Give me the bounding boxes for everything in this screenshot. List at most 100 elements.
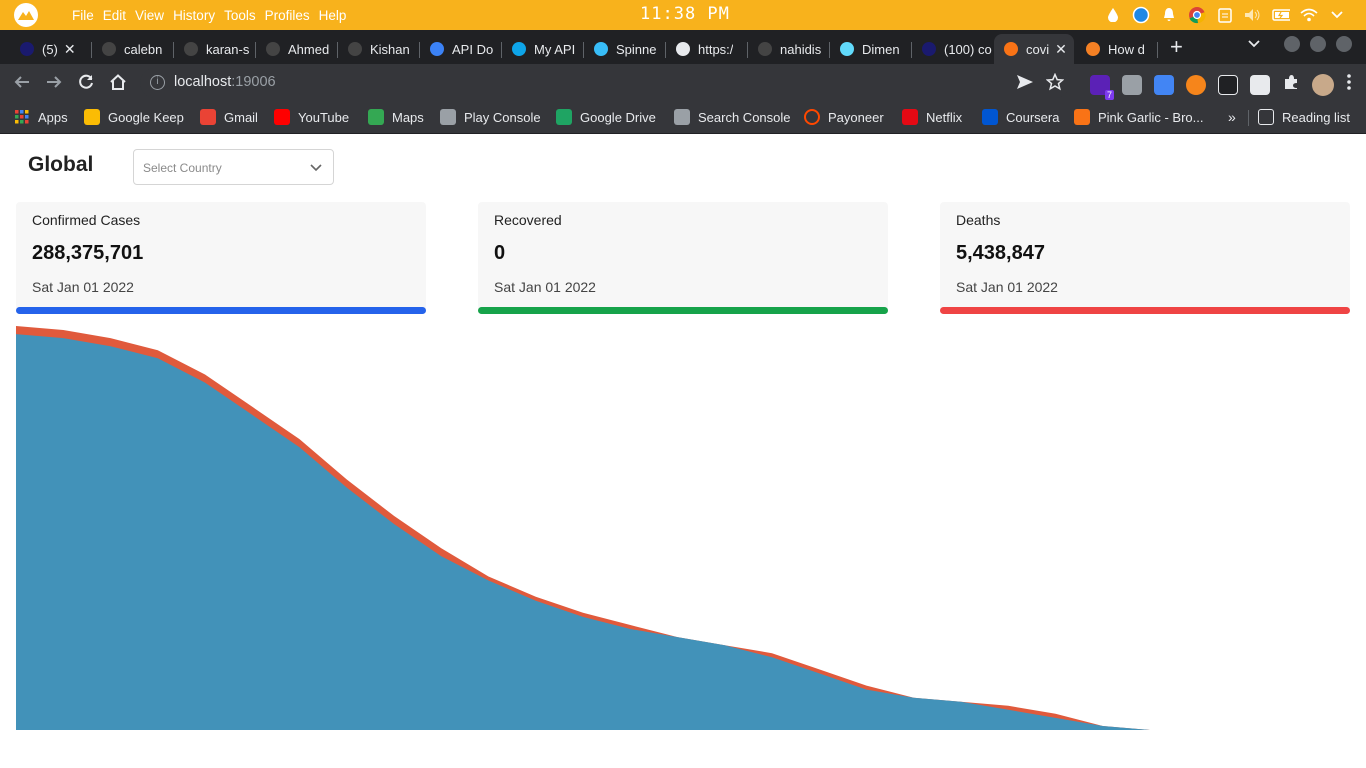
minimize-button[interactable] xyxy=(1284,36,1300,52)
bookmark-item[interactable]: Gmail xyxy=(200,109,258,125)
status-circle-icon[interactable] xyxy=(1132,6,1150,24)
profile-avatar[interactable] xyxy=(1312,73,1334,96)
bookmark-favicon-icon xyxy=(982,109,998,125)
send-icon[interactable] xyxy=(1016,74,1034,95)
browser-tab[interactable]: (100) co xyxy=(912,34,994,64)
tab-label: nahidis xyxy=(780,41,822,57)
reload-icon[interactable] xyxy=(76,73,96,93)
battery-icon[interactable] xyxy=(1272,6,1290,24)
menu-edit[interactable]: Edit xyxy=(103,8,126,23)
bookmark-item[interactable]: Google Drive xyxy=(556,109,656,125)
browser-tab[interactable]: calebn xyxy=(92,34,174,64)
url-port: :19006 xyxy=(231,74,276,90)
browser-toolbar: i localhost:19006 7 xyxy=(0,64,1366,102)
url-text[interactable]: localhost:19006 xyxy=(174,74,276,90)
menu-help[interactable]: Help xyxy=(319,8,347,23)
bookmark-label: Google Keep xyxy=(108,109,184,125)
puzzle-icon[interactable] xyxy=(1282,73,1300,96)
deaths-card: Deaths 5,438,847 Sat Jan 01 2022 xyxy=(940,202,1350,314)
browser-tab[interactable]: covi ✕ xyxy=(994,34,1074,64)
more-bookmarks-icon[interactable]: » xyxy=(1228,109,1236,125)
bookmark-item[interactable]: Netflix xyxy=(902,109,962,125)
home-icon[interactable] xyxy=(108,73,128,93)
metamask-fox-icon[interactable] xyxy=(1186,74,1206,95)
menu-profiles[interactable]: Profiles xyxy=(265,8,310,23)
browser-tab[interactable]: How d xyxy=(1076,34,1158,64)
country-select[interactable]: Select Country xyxy=(133,149,334,185)
tab-search-icon[interactable] xyxy=(1248,37,1260,51)
bookmark-favicon-icon xyxy=(556,109,572,125)
address-bar[interactable]: i localhost:19006 xyxy=(140,68,1070,98)
close-tab-icon[interactable]: ✕ xyxy=(1055,41,1067,58)
new-tab-button[interactable]: + xyxy=(1170,36,1183,58)
chevron-down-icon[interactable] xyxy=(1328,6,1346,24)
clock[interactable]: 11:38 PM xyxy=(640,4,730,24)
bookmark-item[interactable]: Payoneer xyxy=(804,109,884,125)
browser-tab[interactable]: Kishan xyxy=(338,34,420,64)
bell-icon[interactable] xyxy=(1160,6,1178,24)
os-logo-icon[interactable] xyxy=(14,3,38,27)
wifi-icon[interactable] xyxy=(1300,6,1318,24)
browser-tab[interactable]: Ahmed xyxy=(256,34,338,64)
card-label: Recovered xyxy=(494,212,562,228)
browser-tab[interactable]: https:/ xyxy=(666,34,748,64)
forward-arrow-icon[interactable] xyxy=(44,73,64,93)
bookmark-label: Gmail xyxy=(224,109,258,125)
card-color-bar xyxy=(16,307,426,314)
bookmark-label: Netflix xyxy=(926,109,963,125)
page-content: Global Select Country Confirmed Cases 28… xyxy=(0,136,1366,768)
bookmark-label: Google Drive xyxy=(580,109,656,125)
close-tab-icon[interactable]: ✕ xyxy=(64,41,76,58)
bookmark-item[interactable]: Pink Garlic - Bro... xyxy=(1074,109,1203,125)
drop-icon[interactable] xyxy=(1104,6,1122,24)
close-window-button[interactable] xyxy=(1336,36,1352,52)
extension-badge-icon[interactable]: 7 xyxy=(1090,74,1114,100)
menu-file[interactable]: File xyxy=(72,8,94,23)
browser-tab[interactable]: My API xyxy=(502,34,584,64)
bookmark-item[interactable]: Google Keep xyxy=(84,109,184,125)
tab-favicon-icon xyxy=(594,42,608,56)
extensions-row: 7 xyxy=(1016,72,1352,100)
browser-tab[interactable]: Dimen xyxy=(830,34,912,64)
menu-tools[interactable]: Tools xyxy=(224,8,256,23)
bookmark-item[interactable]: Apps xyxy=(14,109,68,125)
eyes-icon[interactable] xyxy=(1218,74,1238,95)
bookmark-item[interactable]: Coursera xyxy=(982,109,1059,125)
site-info-icon[interactable]: i xyxy=(150,75,165,90)
maximize-button[interactable] xyxy=(1310,36,1326,52)
card-date: Sat Jan 01 2022 xyxy=(956,279,1058,295)
menu-history[interactable]: History xyxy=(173,8,215,23)
translate-icon[interactable] xyxy=(1154,74,1174,95)
tab-favicon-icon xyxy=(676,42,690,56)
tab-label: karan-s xyxy=(206,41,250,57)
back-arrow-icon[interactable] xyxy=(12,73,32,93)
page-title: Global xyxy=(28,153,94,176)
menu-view[interactable]: View xyxy=(135,8,164,23)
browser-tab[interactable]: (5) ✕ xyxy=(10,34,92,64)
tab-favicon-icon xyxy=(1004,42,1018,56)
more-menu-icon[interactable] xyxy=(1346,73,1352,96)
bookmark-star-icon[interactable] xyxy=(1045,72,1065,96)
tab-label: covi xyxy=(1026,41,1050,57)
bookmark-label: Maps xyxy=(392,109,424,125)
browser-tab[interactable]: karan-s xyxy=(174,34,256,64)
bookmark-item[interactable]: Maps xyxy=(368,109,424,125)
volume-icon[interactable] xyxy=(1244,6,1262,24)
browser-tab[interactable]: nahidis xyxy=(748,34,830,64)
clipboard-icon[interactable] xyxy=(1216,6,1234,24)
browser-tab[interactable]: API Do xyxy=(420,34,502,64)
bookmark-item[interactable]: Reading list xyxy=(1258,109,1350,125)
browser-tab[interactable]: Spinne xyxy=(584,34,666,64)
extension-person-icon[interactable] xyxy=(1122,74,1142,95)
bookmark-favicon-icon xyxy=(14,109,30,125)
bookmark-item[interactable]: Search Console xyxy=(674,109,791,125)
tab-strip: (5) ✕ calebn karan-s Ahmed Kishan API Do My API… xyxy=(0,30,1366,64)
tab-favicon-icon xyxy=(840,42,854,56)
bookmark-favicon-icon xyxy=(440,109,456,125)
qr-code-icon[interactable] xyxy=(1250,74,1270,95)
bookmark-label: Reading list xyxy=(1282,109,1350,125)
bookmark-favicon-icon xyxy=(200,109,216,125)
bookmark-item[interactable]: Play Console xyxy=(440,109,541,125)
chrome-icon[interactable] xyxy=(1188,6,1206,24)
bookmark-item[interactable]: YouTube xyxy=(274,109,349,125)
